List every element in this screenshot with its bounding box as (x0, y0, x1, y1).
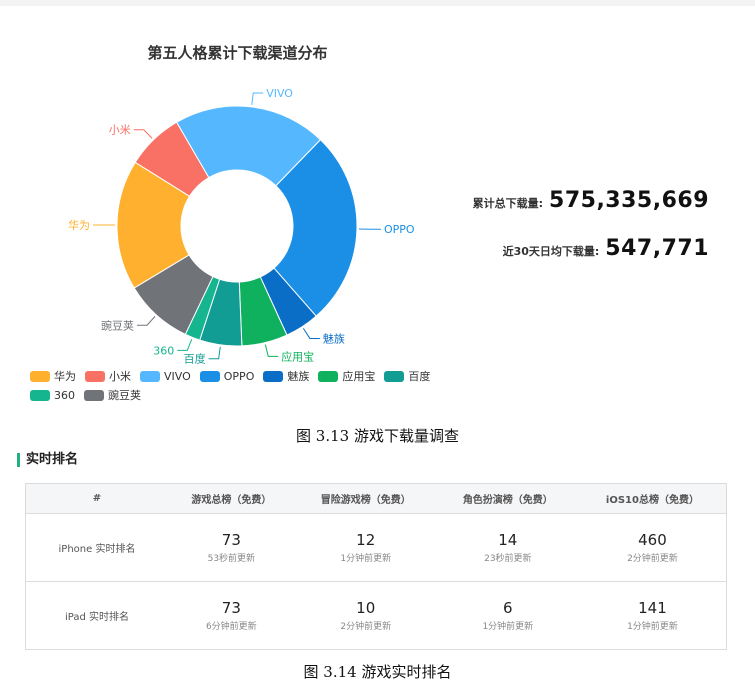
rank-value: 6 (503, 599, 513, 617)
ranking-table: # 游戏总榜（免费） 冒险游戏榜（免费） 角色扮演榜（免费） iOS10总榜（免… (25, 483, 727, 650)
rank-cell: 14 23秒前更新 (436, 513, 579, 582)
label-leader-line (251, 92, 264, 105)
avg-downloads-label: 近30天日均下载量: (502, 245, 600, 258)
table-header: iOS10总榜（免费） (578, 483, 727, 514)
legend-label: 豌豆荚 (108, 389, 141, 402)
update-time: 2分钟前更新 (627, 554, 678, 564)
legend-item[interactable]: 百度 (384, 367, 430, 385)
label-leader-line (208, 346, 221, 360)
label-leader-line (302, 328, 320, 339)
label-leader-line (136, 316, 156, 326)
row-label: iPad 实时排名 (25, 581, 168, 650)
chart-legend: 华为 小米 VIVO OPPO 魅族 应用宝 百度 360 豌豆荚 (30, 367, 470, 405)
legend-swatch (85, 370, 105, 382)
rank-value: 14 (498, 531, 518, 549)
slice-label: 华为 (68, 218, 90, 232)
legend-swatch (30, 389, 50, 401)
table-header: 游戏总榜（免费） (168, 483, 295, 514)
figure-caption-3-13: 图 3.13 游戏下载量调查 (296, 427, 459, 445)
table-header: # (25, 483, 168, 514)
slice-label: 魅族 (323, 331, 345, 345)
rank-cell: 12 1分钟前更新 (294, 513, 437, 582)
legend-item[interactable]: 360 (30, 386, 75, 404)
legend-label: 360 (54, 388, 75, 402)
avg-downloads: 近30天日均下载量: 547,771 (503, 236, 709, 261)
slice-label: 应用宝 (281, 349, 314, 363)
rank-cell: 6 1分钟前更新 (436, 581, 579, 650)
rank-cell: 10 2分钟前更新 (294, 581, 437, 650)
label-leader-line (177, 339, 193, 351)
legend-swatch (318, 370, 339, 382)
legend-swatch (263, 370, 284, 382)
update-time: 1分钟前更新 (340, 554, 392, 564)
update-time: 1分钟前更新 (627, 622, 678, 632)
legend-label: VIVO (164, 369, 191, 383)
table-header-row: # 游戏总榜（免费） 冒险游戏榜（免费） 角色扮演榜（免费） iOS10总榜（免… (25, 483, 727, 514)
avg-downloads-value: 547,771 (605, 236, 709, 261)
legend-label: 华为 (54, 370, 76, 383)
rank-value: 12 (356, 531, 376, 549)
legend-item[interactable]: 小米 (85, 367, 131, 385)
rank-cell: 141 1分钟前更新 (578, 581, 727, 650)
update-time: 23秒前更新 (484, 554, 532, 564)
rank-value: 73 (221, 599, 241, 617)
table-row: iPhone 实时排名 73 53秒前更新 12 1分钟前更新 14 23秒前更新 4… (25, 513, 727, 582)
update-time: 6分钟前更新 (205, 622, 257, 632)
legend-swatch (84, 389, 104, 401)
total-downloads-label: 累计总下载量: (472, 197, 544, 210)
legend-item[interactable]: 华为 (30, 367, 76, 385)
legend-swatch (30, 370, 50, 382)
section-title: 实时排名 (17, 453, 78, 467)
slice-label: 百度 (184, 352, 206, 366)
legend-item[interactable]: OPPO (199, 367, 255, 385)
rank-cell: 73 53秒前更新 (168, 513, 295, 582)
rank-value: 10 (356, 599, 376, 617)
legend-swatch (199, 370, 220, 382)
label-leader-line (133, 129, 153, 139)
rank-value: 460 (638, 531, 667, 549)
row-label: iPhone 实时排名 (25, 513, 168, 582)
slice-label: 豌豆荚 (101, 318, 134, 332)
legend-item[interactable]: VIVO (140, 367, 191, 385)
legend-label: 百度 (408, 370, 431, 383)
legend-label: 小米 (109, 370, 131, 383)
slice-label: 360 (153, 344, 174, 357)
slice-label: VIVO (266, 87, 293, 100)
legend-item[interactable]: 魅族 (263, 367, 309, 385)
legend-label: OPPO (223, 369, 255, 383)
total-downloads-value: 575,335,669 (549, 188, 709, 213)
table-row: iPad 实时排名 73 6分钟前更新 10 2分钟前更新 6 1分钟前更新 141 1… (25, 581, 727, 650)
figure-caption-3-14: 图 3.14 游戏实时排名 (303, 663, 452, 681)
legend-swatch (384, 370, 405, 382)
donut-chart: 小米 VIVO OPPO 魅族应用宝 百度 360 豌豆荚 华为 (68, 87, 415, 366)
rank-cell: 460 2分钟前更新 (578, 513, 727, 582)
legend-label: 应用宝 (342, 370, 376, 383)
table-header: 角色扮演榜（免费） (436, 483, 579, 514)
slice-label: 小米 (109, 124, 131, 137)
update-time: 1分钟前更新 (482, 622, 534, 632)
total-downloads: 累计总下载量: 575,335,669 (473, 188, 709, 213)
rank-value: 141 (638, 599, 667, 617)
update-time: 2分钟前更新 (340, 622, 392, 632)
update-time: 53秒前更新 (207, 554, 256, 564)
legend-swatch (140, 370, 160, 382)
slice-label: OPPO (384, 223, 415, 236)
rank-value: 73 (221, 531, 241, 549)
legend-item[interactable]: 应用宝 (318, 367, 375, 385)
rank-cell: 73 6分钟前更新 (168, 581, 295, 650)
legend-item[interactable]: 豌豆荚 (84, 386, 141, 404)
table-header: 冒险游戏榜（免费） (294, 483, 437, 514)
legend-label: 魅族 (287, 370, 310, 383)
label-leader-line (264, 344, 279, 357)
